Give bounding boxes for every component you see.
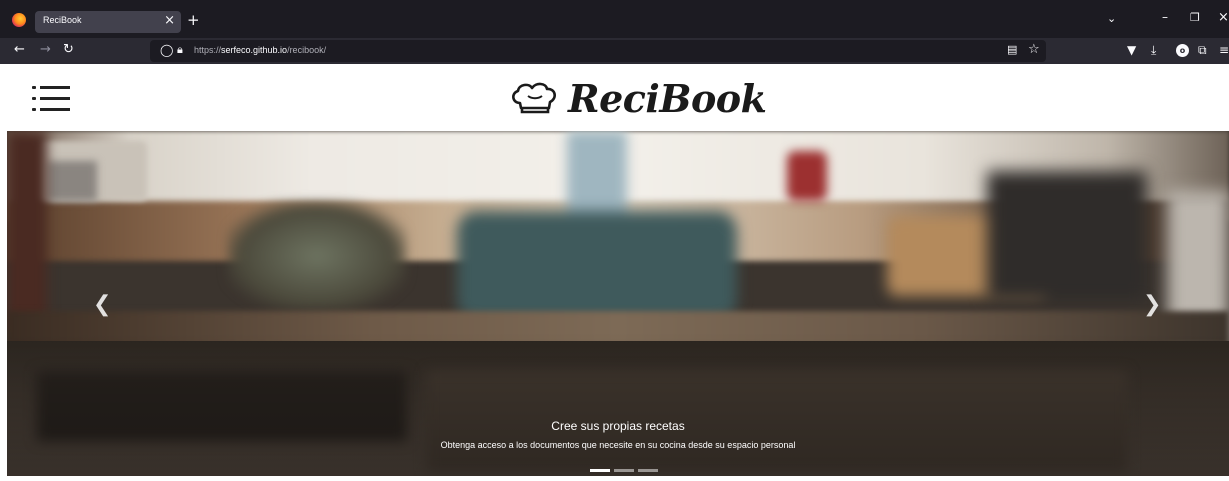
shield-icon[interactable]: ◯ xyxy=(160,43,173,57)
background-sink xyxy=(457,211,737,321)
brand-name: ReciBook xyxy=(568,75,767,121)
download-icon[interactable]: ⤓ xyxy=(1151,42,1156,58)
background-appliance xyxy=(987,171,1147,301)
tab-title: ReciBook xyxy=(43,15,82,25)
account-icon[interactable]: o xyxy=(1176,44,1189,57)
site-header: ReciBook xyxy=(0,64,1229,131)
firefox-logo-icon[interactable] xyxy=(12,13,26,27)
back-icon[interactable]: ← xyxy=(14,42,25,58)
carousel-caption-title: Cree sus propias recetas xyxy=(551,419,685,433)
url-text[interactable]: https://serfeco.github.io/recibook/ xyxy=(194,45,326,55)
extensions-icon[interactable]: ⧉ xyxy=(1198,42,1207,58)
carousel-next-icon[interactable]: ❯ xyxy=(1143,294,1161,316)
url-bar[interactable]: ◯ 🔒︎ https://serfeco.github.io/recibook/… xyxy=(150,40,1046,62)
bookmark-star-icon[interactable]: ☆ xyxy=(1028,42,1040,57)
browser-tab[interactable]: ReciBook × xyxy=(35,11,181,33)
carousel-indicator-3[interactable] xyxy=(638,469,658,472)
reader-view-icon[interactable]: ▤ xyxy=(1007,43,1017,56)
minimize-icon[interactable]: – xyxy=(1162,10,1168,24)
forward-icon[interactable]: → xyxy=(40,42,51,58)
hero-carousel[interactable]: ❮ ❯ Cree sus propias recetas Obtenga acc… xyxy=(7,131,1229,476)
carousel-indicator-2[interactable] xyxy=(614,469,634,472)
close-window-icon[interactable]: × xyxy=(1218,10,1229,25)
chef-hat-icon xyxy=(512,82,556,114)
carousel-prev-icon[interactable]: ❮ xyxy=(93,294,111,316)
background-object xyxy=(47,161,97,201)
hamburger-menu-icon[interactable] xyxy=(32,86,70,112)
browser-nav-bar: ← → ↻ ◯ 🔒︎ https://serfeco.github.io/rec… xyxy=(0,38,1229,64)
background-left-edge xyxy=(7,131,47,331)
carousel-caption-text: Obtenga acceso a los documentos que nece… xyxy=(440,440,796,450)
maximize-icon[interactable]: ❐ xyxy=(1190,11,1200,24)
reload-icon[interactable]: ↻ xyxy=(63,42,74,58)
new-tab-button[interactable]: + xyxy=(187,12,200,28)
menu-icon[interactable]: ≡ xyxy=(1219,42,1229,58)
background-red-jar xyxy=(787,151,827,201)
lock-icon[interactable]: 🔒︎ xyxy=(177,43,183,57)
carousel-indicator-1[interactable] xyxy=(590,469,610,472)
background-plant xyxy=(227,201,407,311)
background-shade xyxy=(7,331,1229,476)
pocket-icon[interactable]: ▼ xyxy=(1127,42,1136,58)
tabs-list-icon[interactable]: ⌄ xyxy=(1107,12,1116,25)
brand-logo[interactable]: ReciBook xyxy=(510,75,767,121)
tab-close-icon[interactable]: × xyxy=(164,13,175,29)
browser-tab-bar: ReciBook × + ⌄ – ❐ × xyxy=(0,0,1229,38)
carousel-indicators xyxy=(590,469,660,473)
